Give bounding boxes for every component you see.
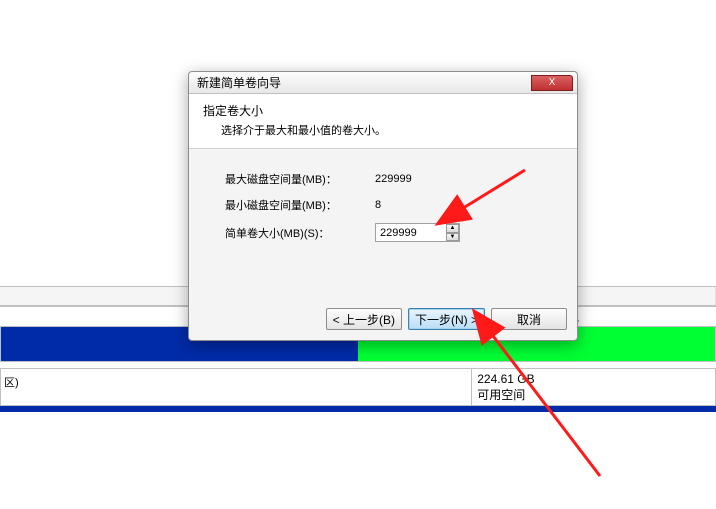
spinner-up-button[interactable]: ▲ <box>446 224 459 233</box>
dialog-button-row: < 上一步(B) 下一步(N) > 取消 <box>189 300 577 340</box>
dialog-titlebar[interactable]: 新建简单卷向导 X <box>189 72 577 94</box>
free-space-label: 可用空间 <box>477 386 710 403</box>
close-icon: X <box>549 77 556 88</box>
min-disk-space-label: 最小磁盘空间量(MB)： <box>225 197 375 213</box>
dialog-header: 指定卷大小 选择介于最大和最小值的卷大小。 <box>189 94 577 149</box>
new-simple-volume-wizard-dialog: 新建简单卷向导 X 指定卷大小 选择介于最大和最小值的卷大小。 最大磁盘空间量(… <box>188 71 578 341</box>
volume-size-label: 简单卷大小(MB)(S)： <box>225 225 375 241</box>
close-button[interactable]: X <box>531 75 573 91</box>
dialog-body: 最大磁盘空间量(MB)： 229999 最小磁盘空间量(MB)： 8 简单卷大小… <box>189 149 577 300</box>
header-title: 指定卷大小 <box>203 102 563 119</box>
dialog-title: 新建简单卷向导 <box>197 74 281 91</box>
min-disk-space-value: 8 <box>375 199 381 211</box>
free-space-slot[interactable]: 224.61 GB 可用空间 <box>472 369 715 405</box>
header-subtitle: 选择介于最大和最小值的卷大小。 <box>203 122 563 138</box>
partition-label-left: 区) <box>0 374 23 393</box>
free-space-size: 224.61 GB <box>477 372 710 386</box>
disk-graph-2: 224.61 GB 可用空间 <box>0 368 716 406</box>
next-button[interactable]: 下一步(N) > <box>408 308 485 330</box>
cancel-button[interactable]: 取消 <box>491 308 567 330</box>
volume-size-spinner: ▲ ▼ <box>446 224 459 241</box>
spinner-down-button[interactable]: ▼ <box>446 233 459 242</box>
disk-strip <box>0 406 716 412</box>
partition-slot-a[interactable] <box>1 369 472 405</box>
back-button[interactable]: < 上一步(B) <box>326 308 402 330</box>
max-disk-space-value: 229999 <box>375 173 412 185</box>
max-disk-space-label: 最大磁盘空间量(MB)： <box>225 171 375 187</box>
